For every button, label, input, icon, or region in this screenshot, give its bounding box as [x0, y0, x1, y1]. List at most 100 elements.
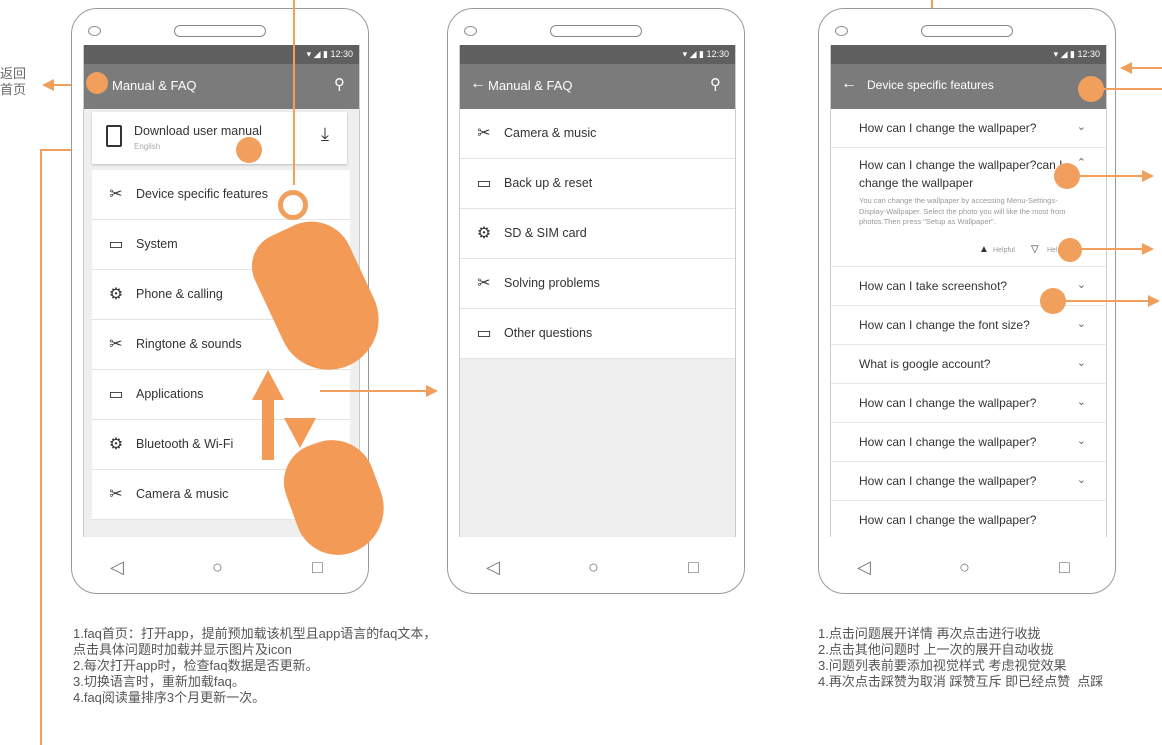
- connector-right-edge: [1132, 67, 1162, 69]
- connector-search: [1100, 88, 1162, 90]
- app-bar: ← Manual & FAQ ⚲: [84, 64, 359, 109]
- back-arrow-icon[interactable]: ←: [841, 75, 857, 93]
- tools-icon: ✂: [109, 336, 123, 353]
- nav-back-icon[interactable]: ◁: [857, 557, 871, 578]
- subcategory-item[interactable]: ▭ Back up & reset: [460, 159, 735, 209]
- download-manual-card[interactable]: Download user manual English ⤓: [92, 112, 347, 164]
- chevron-down-icon: ⌄: [1076, 318, 1086, 330]
- subcategory-item[interactable]: ✂ Solving problems: [460, 259, 735, 309]
- screen-faq: ▾ ◢ ▮ 12:30 ← Device specific features ⚲…: [830, 45, 1107, 537]
- nav-back-icon[interactable]: ◁: [486, 557, 500, 578]
- expanded-answer: You can change the wallpaper by accessin…: [859, 196, 1066, 226]
- phone-category: ▾ ◢ ▮ 12:30 ← Manual & FAQ ⚲ ✂ Camera & m…: [447, 8, 745, 594]
- chevron-down-icon: ⌄: [1076, 279, 1086, 291]
- scroll-arrow-up-stem: [262, 398, 274, 460]
- nav-recent-icon[interactable]: □: [1059, 557, 1070, 578]
- monitor-icon: ▭: [108, 236, 124, 253]
- faq-item[interactable]: How can I change the wallpaper? ⌄: [831, 423, 1106, 462]
- thumbs-up-icon[interactable]: ▲: [979, 244, 989, 255]
- chevron-down-icon: ⌄: [1076, 474, 1086, 486]
- faq-item[interactable]: How can I change the wallpaper? ⌄: [831, 462, 1106, 501]
- download-icon[interactable]: ⤓: [321, 124, 329, 145]
- faq-item[interactable]: How can I change the wallpaper?: [831, 501, 1106, 537]
- connector-collapsed: [1064, 300, 1150, 302]
- status-time: 12:30: [706, 49, 729, 59]
- gear-icon: ⚙: [108, 286, 124, 303]
- arrow-collapsed: [1148, 295, 1160, 307]
- status-bar: ▾ ◢ ▮ 12:30: [84, 45, 359, 64]
- app-bar: ← Manual & FAQ ⚲: [460, 64, 735, 109]
- front-camera-icon: [464, 26, 477, 36]
- tap-indicator-helpless: [1058, 238, 1082, 262]
- monitor-icon: ▭: [476, 175, 492, 192]
- nav-recent-icon[interactable]: □: [312, 557, 323, 578]
- faq-item[interactable]: What is google account? ⌄: [831, 345, 1106, 384]
- speaker-grille: [174, 25, 266, 37]
- tap-indicator-download: [236, 137, 262, 163]
- chevron-down-icon: ⌄: [1076, 396, 1086, 408]
- subcategory-item[interactable]: ✂ Camera & music: [460, 109, 735, 159]
- monitor-icon: ▭: [476, 325, 492, 342]
- search-icon[interactable]: ⚲: [710, 75, 721, 93]
- faq-item[interactable]: How can I change the wallpaper? ⌄: [831, 109, 1106, 148]
- status-bar: ▾ ◢ ▮ 12:30: [460, 45, 735, 64]
- nav-bar: ◁ ○ □: [819, 551, 1117, 581]
- tap-indicator-expanded: [1054, 163, 1080, 189]
- thumbs-down-icon[interactable]: ▽: [1031, 244, 1039, 255]
- scroll-arrow-up-icon: [252, 370, 284, 400]
- notes-right: 1.点击问题展开详情 再次点击进行收拢 2.点击其他问题时 上一次的展开自动收拢…: [818, 626, 1104, 689]
- annotation-line1: 返回: [0, 66, 27, 81]
- tap-indicator-back: [86, 72, 108, 94]
- nav-home-icon[interactable]: ○: [588, 557, 599, 578]
- document-icon: [106, 125, 122, 147]
- tools-icon: ✂: [477, 275, 491, 292]
- notes-left: 1.faq首页：打开app，提前预加载该机型且app语言的faq文本， 点击具体…: [73, 626, 437, 705]
- annotation-line2: 首页: [0, 82, 27, 97]
- chevron-down-icon: ⌄: [1076, 121, 1086, 133]
- expanded-question: How can I change the wallpaper?can I cha…: [859, 158, 1063, 190]
- nav-back-icon[interactable]: ◁: [110, 557, 124, 578]
- subcategory-item[interactable]: ⚙ SD & SIM card: [460, 209, 735, 259]
- screen-category: ▾ ◢ ▮ 12:30 ← Manual & FAQ ⚲ ✂ Camera & m…: [459, 45, 736, 537]
- arrow-left-back: [42, 79, 54, 91]
- status-time: 12:30: [1077, 49, 1100, 59]
- nav-recent-icon[interactable]: □: [688, 557, 699, 578]
- connector-top: [293, 0, 295, 185]
- app-title: Manual & FAQ: [488, 78, 573, 93]
- search-icon[interactable]: ⚲: [334, 75, 345, 93]
- category-item[interactable]: ▭ Applications: [92, 370, 350, 420]
- nav-bar: ◁ ○ □: [448, 551, 746, 581]
- faq-item[interactable]: How can I change the wallpaper? ⌄: [831, 384, 1106, 423]
- speaker-grille: [921, 25, 1013, 37]
- nav-bar: ◁ ○ □: [72, 551, 370, 581]
- category-item[interactable]: ✂ Device specific features: [92, 170, 350, 220]
- speaker-grille: [550, 25, 642, 37]
- connector-to-phone2: [320, 390, 428, 392]
- tools-icon: ✂: [109, 186, 123, 203]
- arrow-helpless: [1142, 243, 1154, 255]
- chevron-down-icon: ⌄: [1076, 357, 1086, 369]
- scroll-arrow-down-icon: [284, 418, 316, 448]
- tools-icon: ✂: [477, 125, 491, 142]
- nav-home-icon[interactable]: ○: [212, 557, 223, 578]
- tools-icon: ✂: [109, 486, 123, 503]
- back-home-annotation: 返回 首页: [0, 66, 26, 98]
- front-camera-icon: [88, 26, 101, 36]
- faq-item[interactable]: How can I change the font size? ⌄: [831, 306, 1106, 345]
- status-bar: ▾ ◢ ▮ 12:30: [831, 45, 1106, 64]
- status-time: 12:30: [330, 49, 353, 59]
- download-language: English: [134, 142, 161, 151]
- app-bar: ← Device specific features ⚲: [831, 64, 1106, 109]
- app-title: Device specific features: [867, 78, 994, 92]
- connector-download: [40, 150, 42, 745]
- nav-home-icon[interactable]: ○: [959, 557, 970, 578]
- gear-icon: ⚙: [108, 436, 124, 453]
- arrow-left-right-edge: [1120, 62, 1132, 74]
- tap-indicator-collapsed: [1040, 288, 1066, 314]
- back-arrow-icon[interactable]: ←: [470, 75, 486, 93]
- chevron-up-icon: ⌃: [1076, 157, 1086, 169]
- helpful-button[interactable]: Helpful: [993, 247, 1015, 254]
- tap-ring: [278, 190, 308, 220]
- connector-expanded: [1078, 175, 1144, 177]
- subcategory-item[interactable]: ▭ Other questions: [460, 309, 735, 359]
